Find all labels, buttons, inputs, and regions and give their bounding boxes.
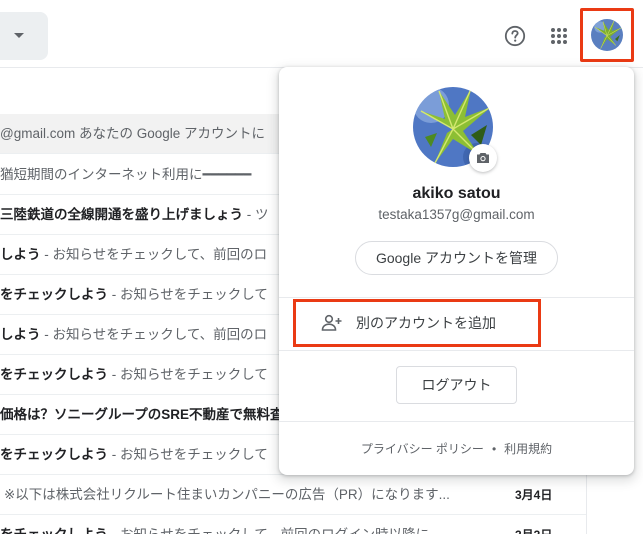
mail-subject: をチェックしよう [0,367,108,382]
mail-row-text: をチェックしよう - お知らせをチェックして [0,435,268,474]
mail-row-text: 三陸鉄道の全線開通を盛り上げましょう - ツ [0,195,269,234]
mail-row-text: しよう - お知らせをチェックして、前回のロ [0,315,268,354]
add-account-button[interactable]: 別のアカウントを追加 [293,299,541,347]
top-bar [0,0,643,68]
mail-snippet: - お知らせをチェックして [108,447,268,462]
mail-date: 3月4日 [515,488,553,502]
mail-snippet: @gmail.com あなたの Google アカウントに [0,126,266,141]
mail-snippet: 猶短期間のインターネット利用に━━━━━━ [0,167,252,182]
mail-snippet: - お知らせをチェックして、前回のログイン時以降に [108,527,429,534]
mail-snippet: - お知らせをチェックして [108,287,268,302]
mail-subject: 三陸鉄道の全線開通を盛り上げましょう [0,207,243,222]
divider [279,421,634,422]
person-add-icon [321,314,342,331]
user-email: testaka1357g@gmail.com [378,207,535,222]
footer-separator: • [491,442,497,456]
logout-button[interactable]: ログアウト [396,366,517,404]
avatar [591,19,623,51]
search-options-button[interactable] [0,12,48,60]
mail-row[interactable]: ※以下は株式会社リクルート住まいカンパニーの広告（PR）になります... 3月4日 [0,475,586,515]
camera-icon [477,153,489,163]
mail-snippet: - お知らせをチェックして、前回のロ [40,327,268,342]
mail-subject: をチェックしよう [0,287,108,302]
terms-link[interactable]: 利用規約 [504,440,552,457]
mail-subject: しよう [0,247,41,262]
gmail-page: @gmail.com あなたの Google アカウントに 猶短期間のインターネッ… [0,0,643,534]
privacy-policy-link[interactable]: プライバシー ポリシー [361,440,484,457]
caret-down-icon [14,33,24,38]
mail-row-text: 猶短期間のインターネット利用に━━━━━━ [0,155,252,194]
mail-row-text: しよう - お知らせをチェックして、前回のロ [0,235,268,274]
mail-snippet: - お知らせをチェックして [108,367,268,382]
add-account-label: 別のアカウントを追加 [356,315,496,331]
mail-subject: をチェックしよう [0,527,108,534]
mail-subject: 価格は？ソニーグループのSRE不動産で無料査 [0,407,284,422]
popup-footer: プライバシー ポリシー • 利用規約 [279,440,634,457]
mail-row-text: をチェックしよう - お知らせをチェックして [0,355,268,394]
mail-date: 3月3日 [515,515,552,534]
account-avatar-button[interactable] [580,8,634,62]
apps-grid-icon[interactable] [549,26,569,46]
mail-row-text: @gmail.com あなたの Google アカウントに [0,114,266,153]
manage-account-button[interactable]: Google アカウントを管理 [355,241,558,275]
mail-row-text: 価格は？ソニーグループのSRE不動産で無料査 [0,395,284,434]
divider [279,350,634,351]
user-name: akiko satou [412,185,501,202]
mail-snippet: ※以下は株式会社リクルート住まいカンパニーの広告（PR）になります... [4,487,450,502]
divider [279,297,634,298]
help-circle-icon[interactable] [504,25,526,47]
mail-subject: しよう [0,327,41,342]
change-photo-button[interactable] [469,144,497,172]
mail-subject: をチェックしよう [0,447,108,462]
mail-row-text: ※以下は株式会社リクルート住まいカンパニーの広告（PR）になります... [4,475,450,514]
mail-row-text: をチェックしよう - お知らせをチェックして、前回のログイン時以降に [0,515,429,534]
mail-row-text: をチェックしよう - お知らせをチェックして [0,275,268,314]
mail-row[interactable]: をチェックしよう - お知らせをチェックして、前回のログイン時以降に 3月3日 [0,515,586,534]
mail-snippet: - お知らせをチェックして、前回のロ [40,247,268,262]
account-popup: akiko satou testaka1357g@gmail.com Googl… [279,67,634,475]
mail-snippet: - ツ [243,207,269,222]
